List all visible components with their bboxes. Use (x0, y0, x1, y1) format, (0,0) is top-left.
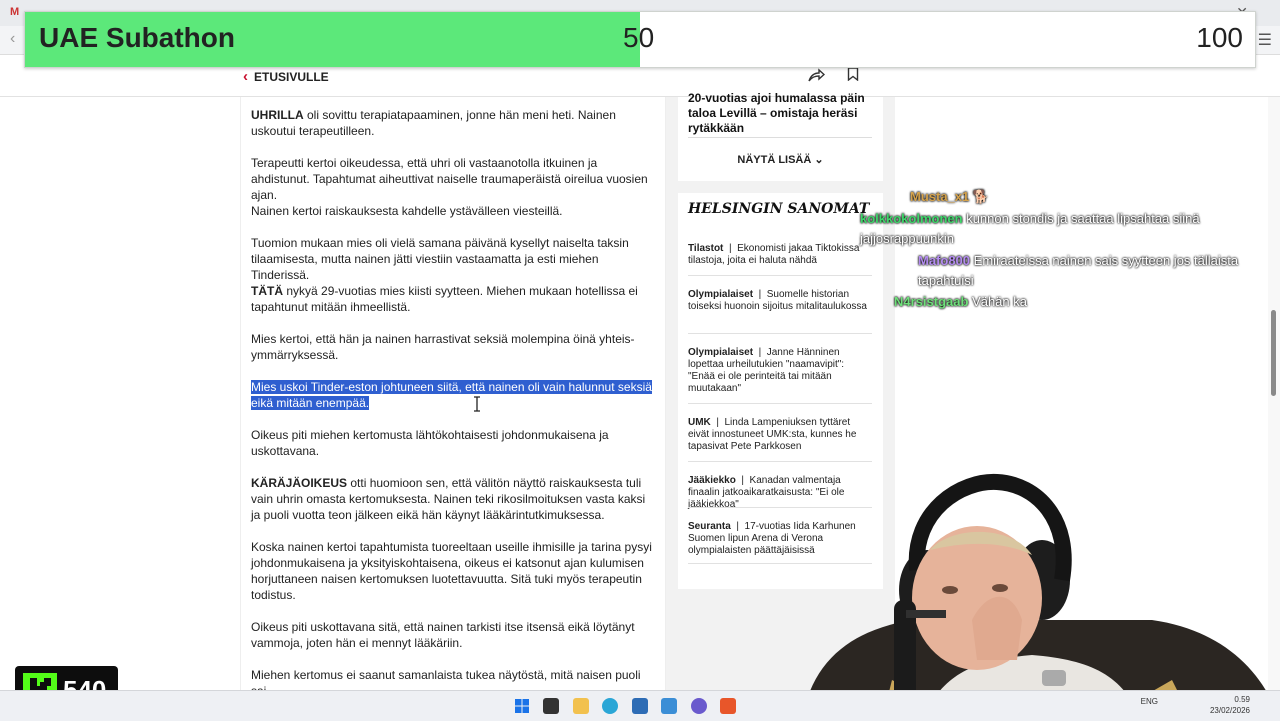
emote-icon: 🐕 (972, 189, 990, 204)
subathon-title: UAE Subathon (39, 22, 235, 53)
related-news-card: 20-vuotias ajoi humalassa päin taloa Lev… (678, 91, 883, 181)
paragraph-text: oli sovittu terapiatapaaminen, jonne hän… (251, 108, 616, 138)
selected-text[interactable]: Mies uskoi Tinder-eston johtuneen siitä,… (251, 380, 652, 410)
divider (688, 461, 872, 462)
discord-icon[interactable] (691, 698, 707, 714)
article-paragraph: UHRILLA oli sovittu terapiatapaaminen, j… (251, 107, 657, 139)
divider (688, 333, 872, 334)
hs-news-item[interactable]: UMK | Linda Lampeniuksen tyttäret eivät … (688, 417, 872, 453)
store-icon[interactable] (632, 698, 648, 714)
chat-message: Musta_x1 🐕 (910, 187, 989, 207)
edge-icon[interactable] (602, 698, 618, 714)
paragraph-text: Nainen kertoi raiskauksesta kahdelle yst… (251, 204, 563, 218)
clock-time: 0.59 (1234, 695, 1250, 704)
chat-message: kolkkokolmonen kunnon stondis ja saattaa… (860, 209, 1270, 249)
back-link-label: ETUSIVULLE (254, 70, 329, 84)
scrollbar-thumb[interactable] (1271, 310, 1276, 396)
system-tray-clock[interactable]: 0.59 23/02/2026 (1210, 694, 1250, 716)
chat-message: N4rsistgaab Vähän ka (894, 292, 1027, 312)
chevron-down-icon: ⌄ (814, 154, 824, 166)
paragraph-lead: TÄTÄ (251, 284, 283, 298)
news-tag: Olympialaiset (688, 347, 754, 358)
chat-username: Mafo800 (918, 253, 971, 268)
clock-date: 23/02/2026 (1209, 706, 1250, 715)
paragraph-text: Mies kertoi, että hän ja nainen harrasti… (251, 332, 635, 362)
paragraph-lead: UHRILLA (251, 108, 304, 122)
file-explorer-icon[interactable] (573, 698, 589, 714)
article-paragraph: Koska nainen kertoi tapahtumista tuoreel… (251, 539, 657, 603)
share-icon[interactable] (807, 66, 825, 84)
chat-username: kolkkokolmonen (860, 211, 963, 226)
windows-taskbar: 0.59 23/02/2026 ENG (0, 690, 1280, 721)
chevron-left-icon: ‹ (243, 68, 248, 85)
chat-text: Vähän ka (972, 294, 1027, 309)
mouse-cursor-icon (474, 396, 480, 412)
subathon-current-value: 50 (623, 22, 655, 53)
paragraph-text: nykyä 29-vuotias mies kiisti syytteen. M… (251, 284, 638, 314)
article-paragraph: Tuomion mukaan mies oli vielä samana päi… (251, 235, 657, 283)
paragraph-text: Terapeutti kertoi oikeudessa, että uhri … (251, 156, 648, 202)
hs-news-item[interactable]: Olympialaiset | Suomelle historian toise… (688, 289, 872, 313)
paragraph-text: Tuomion mukaan mies oli vielä samana päi… (251, 236, 629, 282)
show-more-label: NÄYTÄ LISÄÄ (737, 154, 812, 166)
news-tag: Olympialaiset (688, 289, 754, 300)
hs-news-item[interactable]: Tilastot | Ekonomisti jakaa Tiktokissa t… (688, 243, 872, 267)
divider (688, 137, 872, 138)
subathon-progress-bar: UAE Subathon 50 100 (24, 11, 1256, 68)
news-tag: Seuranta (688, 521, 731, 532)
article-paragraph: Oikeus piti uskottavana sitä, että naine… (251, 619, 657, 651)
divider (688, 275, 872, 276)
news-tag: UMK (688, 417, 711, 428)
article-paragraph: Mies kertoi, että hän ja nainen harrasti… (251, 331, 657, 363)
chat-username: Musta_x1 (910, 189, 970, 204)
gmail-tab-icon[interactable]: M (10, 6, 19, 18)
article-body: UHRILLA oli sovittu terapiatapaaminen, j… (240, 97, 666, 720)
article-paragraph-selected[interactable]: Mies uskoi Tinder-eston johtuneen siitä,… (251, 379, 657, 411)
show-more-button[interactable]: NÄYTÄ LISÄÄ ⌄ (678, 153, 883, 166)
divider (688, 403, 872, 404)
chat-username: N4rsistgaab (894, 294, 969, 309)
hs-news-item[interactable]: Olympialaiset | Janne Hänninen lopettaa … (688, 347, 872, 395)
browser-menu-icon[interactable]: ☰ (1258, 30, 1272, 50)
chat-message: Mafo800 Emiraateissa nainen sais syyttee… (918, 251, 1270, 291)
hs-logo: HELSINGIN SANOMAT (688, 201, 870, 217)
language-indicator[interactable]: ENG (1141, 697, 1158, 706)
article-paragraph: Nainen kertoi raiskauksesta kahdelle yst… (251, 203, 657, 219)
paragraph-text: Oikeus piti uskottavana sitä, että naine… (251, 620, 635, 650)
article-paragraph: TÄTÄ nykyä 29-vuotias mies kiisti syytte… (251, 283, 657, 315)
brave-icon[interactable] (720, 698, 736, 714)
app-icon[interactable] (661, 698, 677, 714)
related-headline-link[interactable]: 20-vuotias ajoi humalassa päin taloa Lev… (688, 91, 873, 136)
windows-start-icon[interactable] (514, 698, 530, 714)
news-title: Linda Lampeniuksen tyttäret eivät innost… (688, 417, 857, 452)
article-paragraph: KÄRÄJÄOIKEUS otti huomioon sen, että väl… (251, 475, 657, 523)
subathon-max-value: 100 (1196, 22, 1243, 53)
article-paragraph: Oikeus piti miehen kertomusta lähtökohta… (251, 427, 657, 459)
news-tag: Tilastot (688, 243, 724, 254)
paragraph-text: Koska nainen kertoi tapahtumista tuoreel… (251, 540, 652, 602)
paragraph-text: Oikeus piti miehen kertomusta lähtökohta… (251, 428, 609, 458)
streamer-webcam (772, 470, 1280, 720)
paragraph-lead: KÄRÄJÄOIKEUS (251, 476, 348, 490)
task-view-icon[interactable] (543, 698, 559, 714)
news-tag: Jääkiekko (688, 475, 736, 486)
bookmark-icon[interactable] (847, 67, 859, 81)
back-to-front-page-link[interactable]: ‹ ETUSIVULLE (243, 68, 329, 85)
article-paragraph: Terapeutti kertoi oikeudessa, että uhri … (251, 155, 657, 203)
webcam-image (802, 473, 1280, 720)
browser-back-icon[interactable]: ‹ (10, 30, 15, 48)
